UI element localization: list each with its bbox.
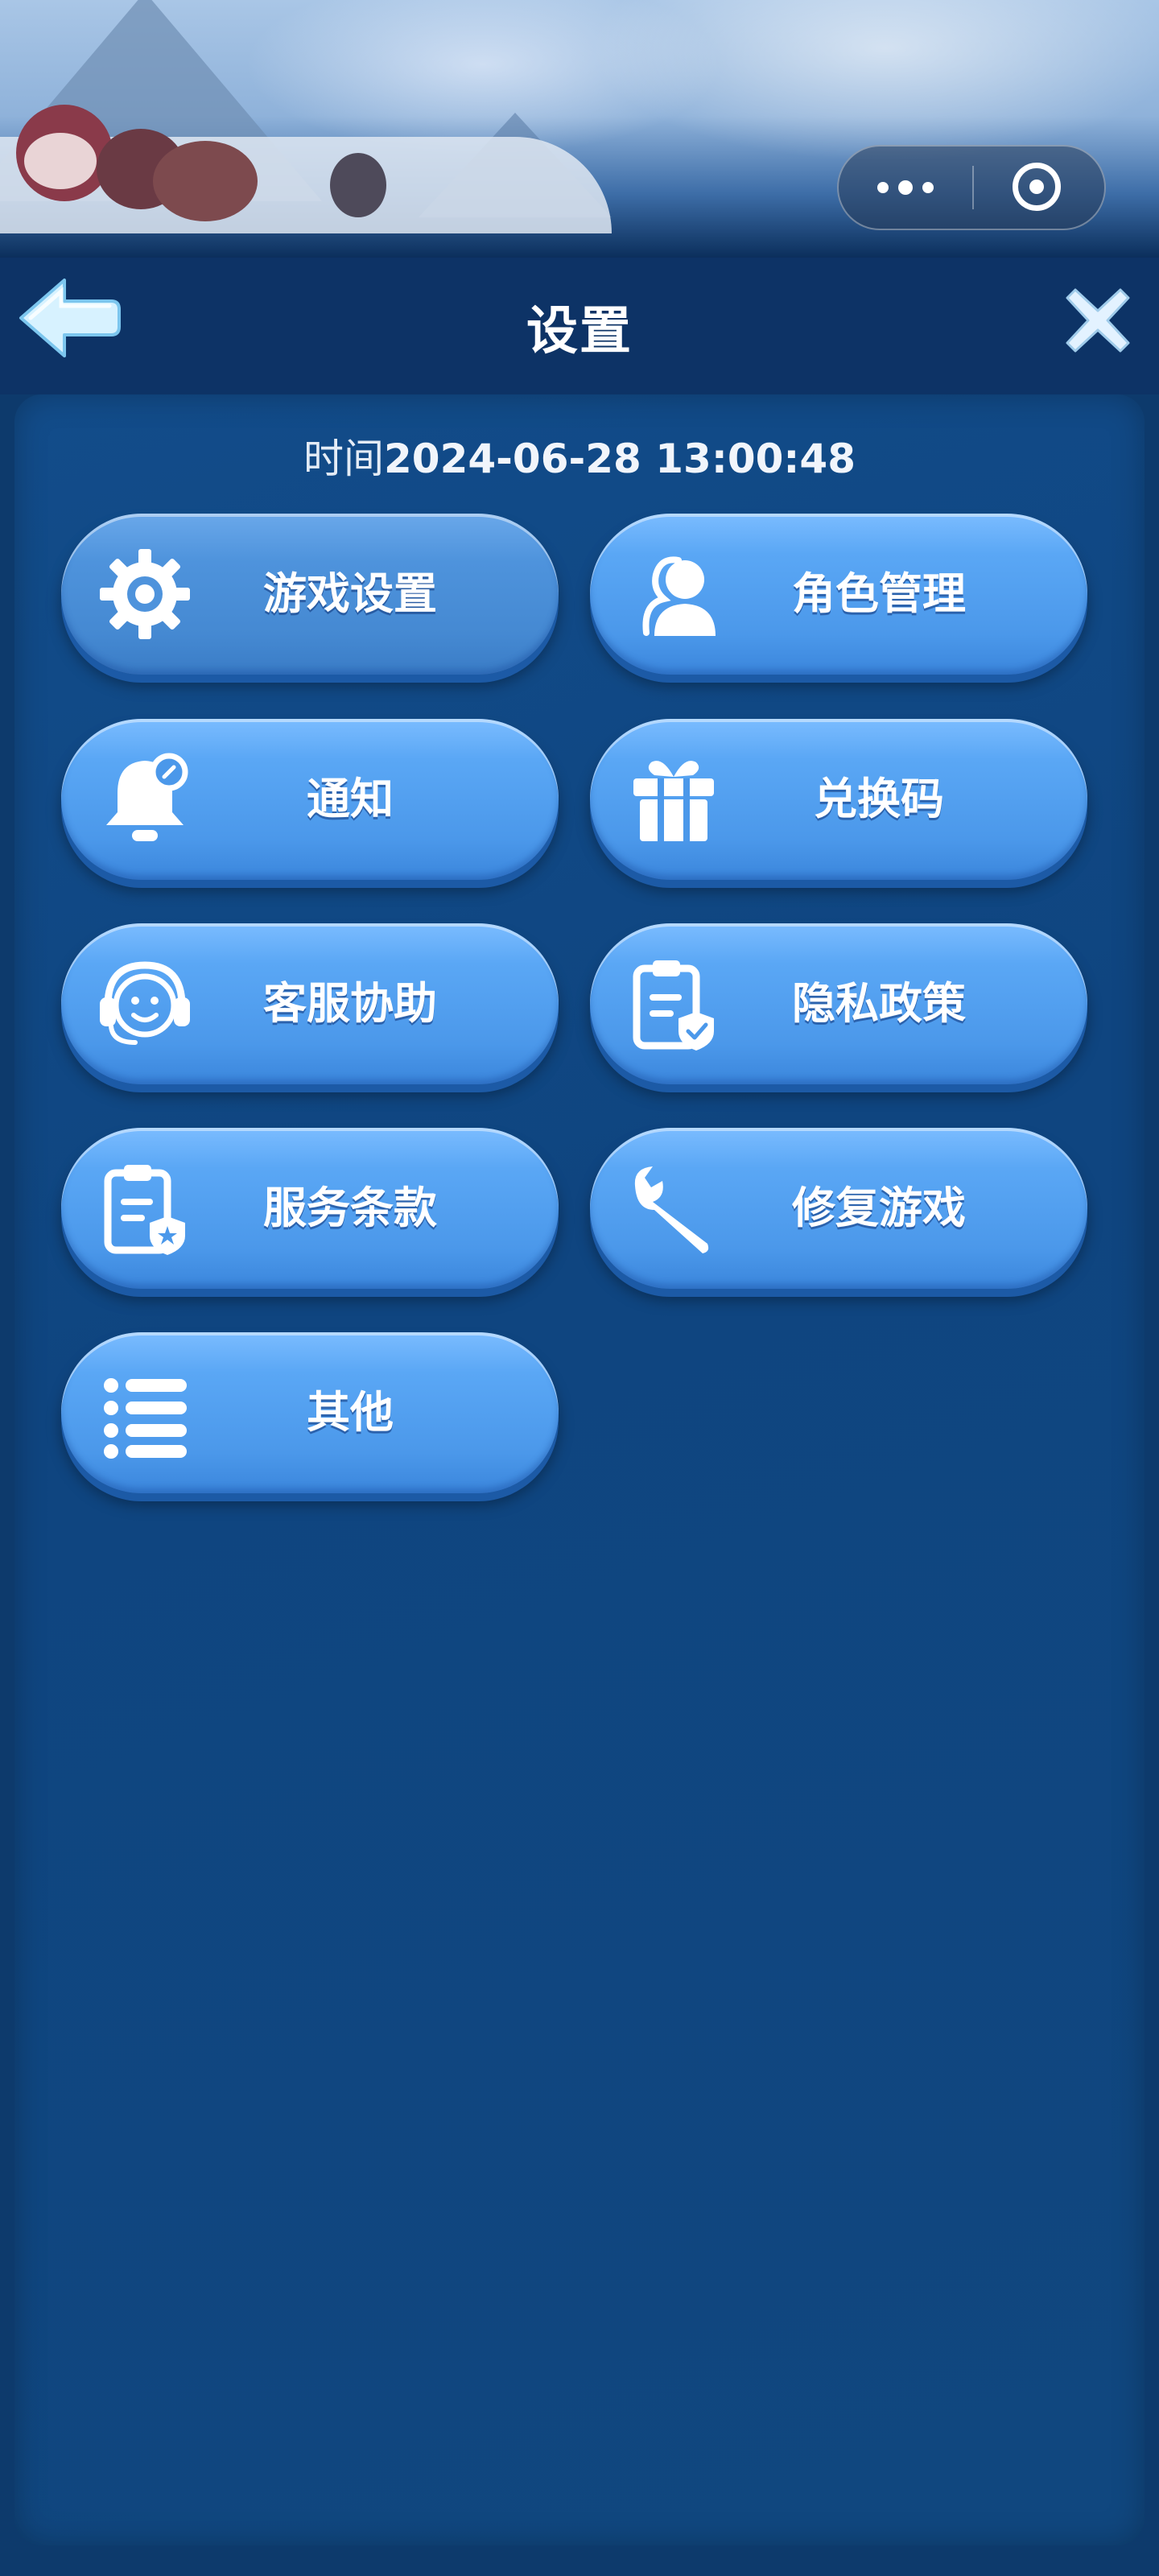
mini-program-capsule (837, 145, 1106, 230)
header-bar: 设置 (0, 258, 1159, 394)
wrench-icon (634, 1166, 709, 1253)
list-icon (104, 1378, 187, 1459)
terms-of-service-button[interactable]: 服务条款 (61, 1128, 559, 1289)
character-decoration (330, 153, 386, 217)
page-title: 设置 (526, 302, 633, 361)
other-button[interactable]: 其他 (61, 1332, 559, 1493)
character-management-button[interactable]: 角色管理 (590, 514, 1087, 675)
button-label: 隐私政策 (792, 978, 966, 1029)
repair-game-button[interactable]: 修复游戏 (590, 1128, 1087, 1289)
button-label: 客服协助 (263, 978, 437, 1029)
target-icon[interactable] (1013, 163, 1061, 211)
button-label: 服务条款 (263, 1183, 437, 1233)
privacy-policy-button[interactable]: 隐私政策 (590, 923, 1087, 1084)
close-icon (1066, 288, 1130, 353)
scene-banner (0, 0, 1159, 258)
button-label: 通知 (307, 774, 394, 824)
gift-icon (633, 761, 714, 841)
close-button[interactable] (1064, 287, 1132, 354)
button-label: 修复游戏 (792, 1183, 966, 1233)
character-decoration (153, 141, 258, 221)
bell-icon (106, 753, 188, 841)
more-dots-icon[interactable] (839, 147, 972, 229)
button-label: 角色管理 (792, 568, 966, 619)
button-label: 其他 (307, 1387, 394, 1438)
terms-document-icon (104, 1165, 185, 1255)
customer-support-button[interactable]: 客服协助 (61, 923, 559, 1084)
users-icon (642, 556, 716, 636)
time-value: 2024-06-28 13:00:48 (384, 436, 856, 482)
redeem-code-button[interactable]: 兑换码 (590, 719, 1087, 880)
time-display: 时间2024-06-28 13:00:48 (14, 427, 1145, 485)
game-settings-button[interactable]: 游戏设置 (61, 514, 559, 675)
settings-panel: 时间2024-06-28 13:00:48 游戏设置 角色管理 通知 兑换码 客… (14, 394, 1145, 2545)
character-decoration (24, 133, 97, 189)
notifications-button[interactable]: 通知 (61, 719, 559, 880)
headset-icon (100, 961, 190, 1045)
capsule-divider (972, 166, 974, 209)
privacy-document-icon (633, 960, 714, 1051)
button-label: 游戏设置 (263, 568, 437, 619)
gear-icon (100, 549, 190, 639)
time-label: 时间 (303, 436, 385, 482)
button-label: 兑换码 (814, 774, 944, 824)
